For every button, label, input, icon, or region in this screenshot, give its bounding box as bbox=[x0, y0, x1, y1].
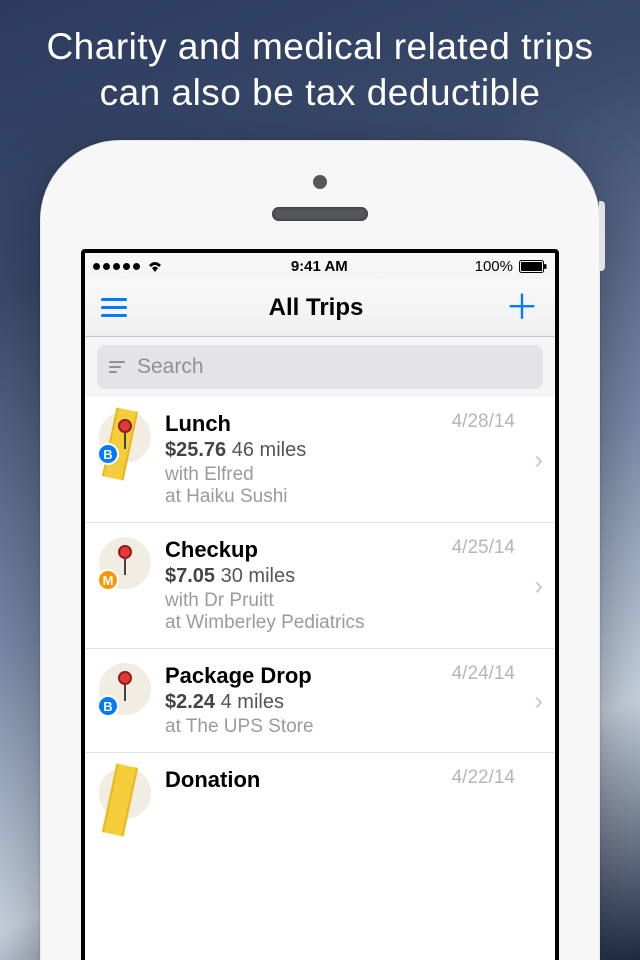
trip-row[interactable]: Donation 4/22/14 bbox=[85, 753, 555, 819]
trip-with: with Dr Pruitt bbox=[165, 590, 545, 612]
trip-date: 4/24/14 bbox=[452, 663, 515, 685]
status-bar: 9:41 AM 100% bbox=[85, 253, 555, 279]
map-pin-icon bbox=[118, 419, 132, 449]
trip-at: at The UPS Store bbox=[165, 716, 545, 738]
app-screen: 9:41 AM 100% All Trips ＋ Search bbox=[81, 249, 559, 960]
trip-at: at Wimberley Pediatrics bbox=[165, 612, 545, 634]
phone-frame: 9:41 AM 100% All Trips ＋ Search bbox=[40, 140, 600, 960]
phone-camera bbox=[313, 175, 327, 189]
search-container: Search bbox=[85, 337, 555, 397]
trip-thumbnail bbox=[99, 767, 151, 819]
trip-miles: 46 miles bbox=[232, 439, 306, 461]
promo-caption: Charity and medical related trips can al… bbox=[0, 0, 640, 117]
category-badge: M bbox=[97, 569, 119, 591]
chevron-right-icon: › bbox=[534, 570, 543, 601]
promo-line2-prefix: can also be bbox=[100, 72, 306, 113]
page-title: All Trips bbox=[269, 294, 364, 322]
trip-date: 4/28/14 bbox=[452, 411, 515, 433]
search-placeholder: Search bbox=[137, 355, 204, 379]
trip-thumbnail: B bbox=[99, 411, 151, 463]
nav-bar: All Trips ＋ bbox=[85, 279, 555, 337]
category-badge: B bbox=[97, 695, 119, 717]
trip-miles: 30 miles bbox=[221, 565, 295, 587]
promo-line1: Charity and medical related trips bbox=[46, 26, 593, 67]
battery-icon bbox=[519, 260, 547, 273]
search-input[interactable]: Search bbox=[97, 345, 543, 389]
signal-dots-icon bbox=[93, 263, 140, 270]
promo-line2-bold: tax deductible bbox=[305, 72, 540, 113]
wifi-icon bbox=[146, 259, 164, 273]
trip-amount: $2.24 bbox=[165, 691, 215, 713]
trip-amount: $7.05 bbox=[165, 565, 215, 587]
trip-miles: 4 miles bbox=[221, 691, 284, 713]
filter-lines-icon bbox=[109, 361, 125, 373]
trip-amount: $25.76 bbox=[165, 439, 226, 461]
chevron-right-icon: › bbox=[534, 685, 543, 716]
menu-button[interactable] bbox=[101, 298, 127, 317]
trip-row[interactable]: B Package Drop $2.24 4 miles at The UPS … bbox=[85, 649, 555, 753]
chevron-right-icon: › bbox=[534, 444, 543, 475]
trip-row[interactable]: M Checkup $7.05 30 miles with Dr Pruitt … bbox=[85, 523, 555, 649]
map-pin-icon bbox=[118, 671, 132, 701]
trips-list: B Lunch $25.76 46 miles with Elfred at H… bbox=[85, 397, 555, 960]
trip-date: 4/22/14 bbox=[452, 767, 515, 789]
trip-thumbnail: B bbox=[99, 663, 151, 715]
trip-with: with Elfred bbox=[165, 464, 545, 486]
trip-row[interactable]: B Lunch $25.76 46 miles with Elfred at H… bbox=[85, 397, 555, 523]
trip-date: 4/25/14 bbox=[452, 537, 515, 559]
add-button[interactable]: ＋ bbox=[505, 291, 539, 325]
phone-speaker bbox=[272, 207, 368, 221]
battery-percent: 100% bbox=[475, 258, 513, 275]
trip-at: at Haiku Sushi bbox=[165, 486, 545, 508]
trip-thumbnail: M bbox=[99, 537, 151, 589]
status-time: 9:41 AM bbox=[291, 258, 348, 275]
category-badge: B bbox=[97, 443, 119, 465]
map-pin-icon bbox=[118, 545, 132, 575]
